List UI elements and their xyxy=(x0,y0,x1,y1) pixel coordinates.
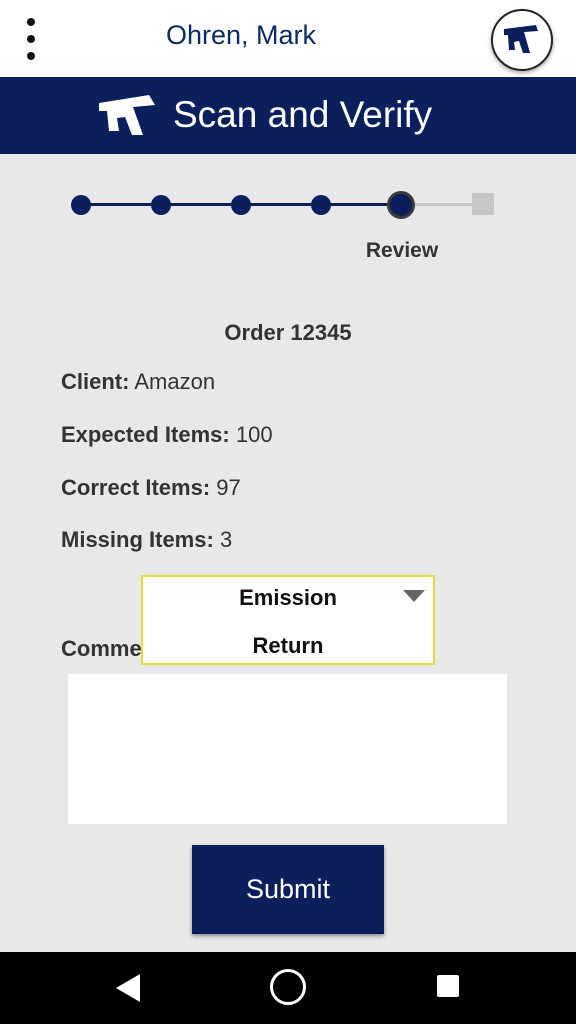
missing-items-value: 3 xyxy=(219,527,233,552)
expected-items-row: Expected Items: 100 xyxy=(61,422,273,448)
dropdown-option-emission[interactable]: Emission xyxy=(143,585,433,611)
missing-items-row: Missing Items: 3 xyxy=(61,527,232,553)
progress-stepper xyxy=(0,180,576,230)
comments-input[interactable] xyxy=(68,674,507,824)
avatar[interactable] xyxy=(491,9,553,71)
correct-items-label: Correct Items: xyxy=(61,475,211,500)
current-step-label: Review xyxy=(365,239,439,262)
recent-apps-icon[interactable] xyxy=(437,975,459,997)
expected-items-value: 100 xyxy=(235,422,273,447)
client-label: Client: xyxy=(61,369,130,394)
step-6 xyxy=(472,193,494,215)
step-2 xyxy=(151,195,171,215)
dropdown-arrow-icon[interactable] xyxy=(403,590,425,602)
app-logo-icon xyxy=(99,95,155,135)
type-dropdown[interactable]: Emission Return xyxy=(141,575,435,665)
client-value: Amazon xyxy=(134,369,216,394)
page-header: Scan and Verify xyxy=(0,77,576,154)
app-logo-icon xyxy=(504,25,538,53)
correct-items-value: 97 xyxy=(216,475,241,500)
top-app-bar: Ohren, Mark xyxy=(0,0,576,77)
missing-items-label: Missing Items: xyxy=(61,527,214,552)
user-name: Ohren, Mark xyxy=(165,20,317,50)
step-5-current xyxy=(387,191,415,219)
back-icon[interactable] xyxy=(116,974,140,1002)
system-nav-bar xyxy=(0,952,576,1024)
comments-label: Comme xyxy=(61,636,142,661)
expected-items-label: Expected Items: xyxy=(61,422,230,447)
correct-items-row: Correct Items: 97 xyxy=(61,475,241,501)
step-1 xyxy=(71,195,91,215)
page-title: Scan and Verify xyxy=(173,94,433,135)
step-4 xyxy=(311,195,331,215)
dropdown-option-return[interactable]: Return xyxy=(143,633,433,659)
home-icon[interactable] xyxy=(270,969,306,1005)
client-row: Client: Amazon xyxy=(61,369,215,395)
step-3 xyxy=(231,195,251,215)
submit-button[interactable]: Submit xyxy=(192,845,384,934)
order-title: Order 12345 xyxy=(224,320,352,345)
stepper-line-pending xyxy=(409,203,479,206)
